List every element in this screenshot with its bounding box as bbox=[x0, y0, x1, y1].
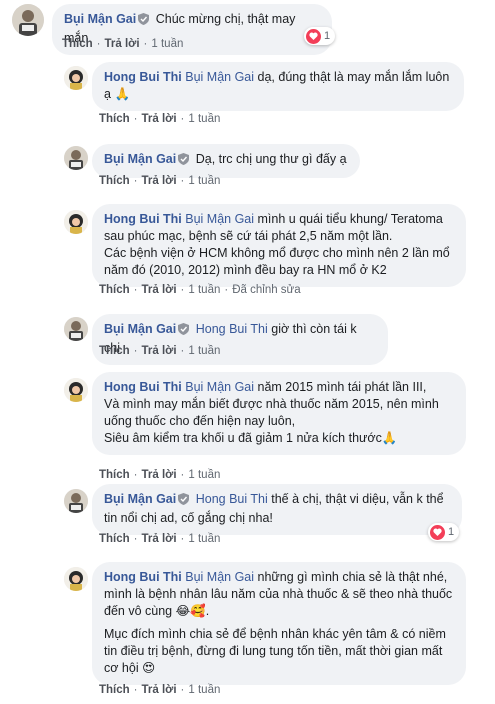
comment-text: Mục đích mình chia sẻ để bệnh nhân khác … bbox=[104, 627, 446, 675]
like-button[interactable]: Thích bbox=[99, 533, 130, 545]
comment-author[interactable]: Bụi Mận Gai bbox=[104, 322, 176, 336]
comment-text: Và mình may mắn biết được nhà thuốc năm … bbox=[104, 397, 439, 428]
avatar[interactable] bbox=[64, 66, 88, 90]
avatar[interactable] bbox=[12, 4, 44, 36]
mention-link[interactable]: Hong Bui Thi bbox=[196, 322, 268, 336]
timestamp[interactable]: 1 tuần bbox=[188, 345, 220, 357]
comment-author[interactable]: Bụi Mận Gai bbox=[104, 152, 176, 166]
fan-badge-icon bbox=[178, 493, 190, 510]
avatar[interactable] bbox=[64, 317, 88, 341]
avatar[interactable] bbox=[64, 567, 88, 591]
avatar[interactable] bbox=[64, 146, 88, 170]
fan-badge-icon bbox=[138, 13, 150, 30]
comment-bubble: Hong Bui Thi Bụi Mận Gai năm 2015 mình t… bbox=[92, 372, 466, 455]
reaction-count: 1 bbox=[324, 30, 331, 42]
comment-bubble: Bụi Mận Gai Hong Bui Thi thế à chị, thật… bbox=[92, 484, 462, 535]
comment-author[interactable]: Hong Bui Thi bbox=[104, 380, 182, 394]
reply-button[interactable]: Trả lời bbox=[142, 113, 177, 125]
avatar[interactable] bbox=[64, 210, 88, 234]
reply-button[interactable]: Trả lời bbox=[142, 533, 177, 545]
comment-actions: Thích · Trả lời · 1 tuần bbox=[99, 345, 221, 357]
comment-actions: Thích · Trả lời · 1 tuần bbox=[62, 38, 184, 50]
smiling-hearts-emoji-icon: 🥰 bbox=[190, 604, 206, 618]
comment-actions: Thích · Trả lời · 1 tuần · Đã chỉnh sửa bbox=[99, 284, 301, 296]
timestamp[interactable]: 1 tuần bbox=[188, 684, 220, 696]
like-button[interactable]: Thích bbox=[99, 175, 130, 187]
comment-bubble: Hong Bui Thi Bụi Mận Gai những gì mình c… bbox=[92, 562, 466, 685]
timestamp[interactable]: 1 tuần bbox=[188, 175, 220, 187]
edited-label[interactable]: Đã chỉnh sửa bbox=[232, 284, 300, 296]
reaction-summary[interactable]: 1 bbox=[304, 27, 336, 45]
timestamp[interactable]: 1 tuần bbox=[188, 469, 220, 481]
pray-emoji-icon: 🙏 bbox=[381, 431, 398, 445]
mention-link[interactable]: Bụi Mận Gai bbox=[185, 212, 254, 226]
comment-bubble: Bụi Mận Gai Dạ, trc chị ung thư gì đấy ạ bbox=[92, 144, 360, 178]
comment-text: năm 2015 mình tái phát lần III, bbox=[257, 380, 427, 394]
like-button[interactable]: Thích bbox=[99, 684, 130, 696]
like-button[interactable]: Thích bbox=[99, 113, 130, 125]
like-button[interactable]: Thích bbox=[99, 284, 130, 296]
timestamp[interactable]: 1 tuần bbox=[188, 533, 220, 545]
pray-emoji-icon: 🙏 bbox=[114, 87, 131, 101]
comment-bubble: Bụi Mận Gai Hong Bui Thi giờ thì còn tái… bbox=[92, 314, 388, 365]
love-reaction-icon bbox=[306, 28, 321, 44]
comment-author[interactable]: Hong Bui Thi bbox=[104, 212, 182, 226]
comment-actions: Thích · Trả lời · 1 tuần bbox=[99, 684, 221, 696]
timestamp[interactable]: 1 tuần bbox=[188, 113, 220, 125]
comment-actions: Thích · Trả lời · 1 tuần bbox=[99, 113, 221, 125]
timestamp[interactable]: 1 tuần bbox=[188, 284, 220, 296]
comment-author[interactable]: Bụi Mận Gai bbox=[104, 492, 176, 506]
heart-eyes-emoji-icon: 😍 bbox=[142, 661, 156, 675]
mention-link[interactable]: Bụi Mận Gai bbox=[185, 70, 254, 84]
fan-badge-icon bbox=[178, 153, 190, 170]
love-reaction-icon bbox=[430, 524, 445, 540]
mention-link[interactable]: Bụi Mận Gai bbox=[185, 570, 254, 584]
comment-author[interactable]: Hong Bui Thi bbox=[104, 570, 182, 584]
comment-bubble: Hong Bui Thi Bụi Mận Gai mình u quái tiể… bbox=[92, 204, 466, 287]
avatar[interactable] bbox=[64, 489, 88, 513]
like-button[interactable]: Thích bbox=[62, 38, 93, 50]
comment-actions: Thích · Trả lời · 1 tuần bbox=[99, 469, 221, 481]
timestamp[interactable]: 1 tuần bbox=[151, 38, 183, 50]
reply-button[interactable]: Trả lời bbox=[142, 684, 177, 696]
comment-text: Siêu âm kiểm tra khối u đã giảm 1 nửa kí… bbox=[104, 431, 382, 445]
mention-link[interactable]: Hong Bui Thi bbox=[196, 492, 268, 506]
comment-text: Dạ, trc chị ung thư gì đấy ạ bbox=[195, 152, 347, 166]
reply-button[interactable]: Trả lời bbox=[142, 175, 177, 187]
reply-button[interactable]: Trả lời bbox=[142, 284, 177, 296]
reaction-count: 1 bbox=[448, 526, 455, 538]
mention-link[interactable]: Bụi Mận Gai bbox=[185, 380, 254, 394]
reaction-summary[interactable]: 1 bbox=[428, 523, 460, 541]
comment-author[interactable]: Bụi Mận Gai bbox=[64, 12, 136, 26]
comment-bubble: Hong Bui Thi Bụi Mận Gai dạ, đúng thật l… bbox=[92, 62, 464, 111]
comment-actions: Thích · Trả lời · 1 tuần bbox=[99, 533, 221, 545]
like-button[interactable]: Thích bbox=[99, 345, 130, 357]
fan-badge-icon bbox=[178, 323, 190, 340]
comment-actions: Thích · Trả lời · 1 tuần bbox=[99, 175, 221, 187]
reply-button[interactable]: Trả lời bbox=[142, 345, 177, 357]
reply-button[interactable]: Trả lời bbox=[142, 469, 177, 481]
avatar[interactable] bbox=[64, 378, 88, 402]
comment-author[interactable]: Hong Bui Thi bbox=[104, 70, 182, 84]
grinning-emoji-icon: 😂 bbox=[175, 604, 191, 618]
like-button[interactable]: Thích bbox=[99, 469, 130, 481]
reply-button[interactable]: Trả lời bbox=[105, 38, 140, 50]
comment-text: Các bệnh viện ở HCM không mổ được cho mì… bbox=[104, 246, 450, 277]
